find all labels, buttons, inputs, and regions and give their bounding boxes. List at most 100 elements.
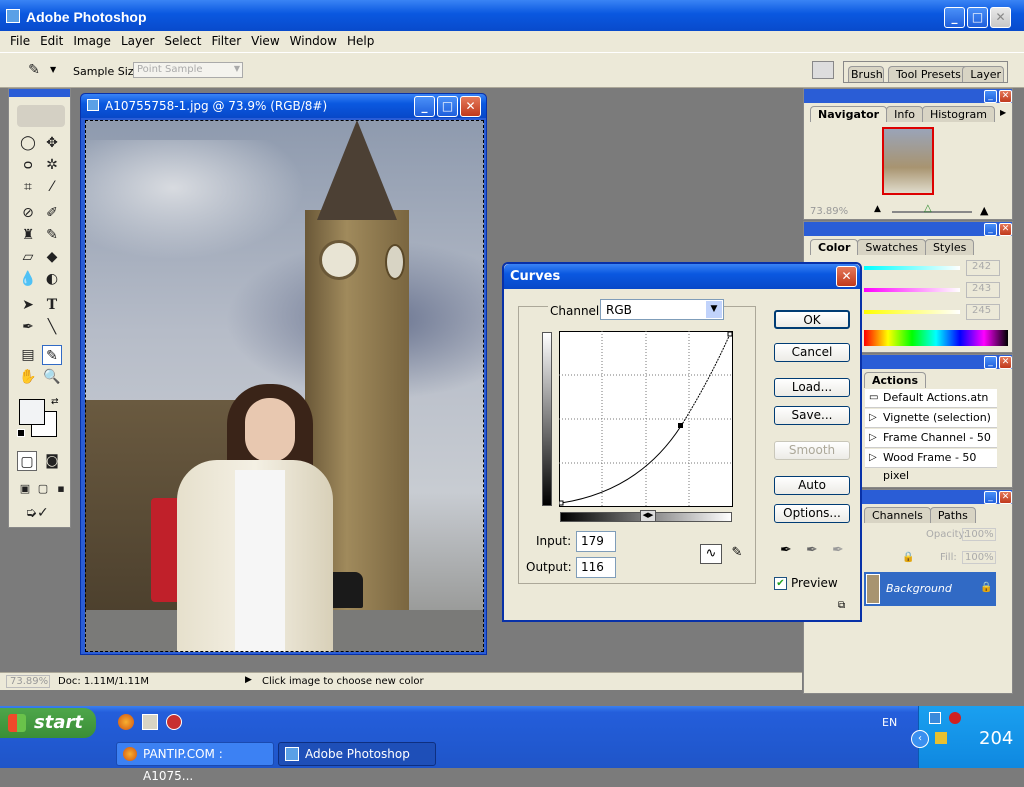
expand-graph-icon[interactable]: ⧉ [838,600,845,611]
gray-eyedropper-icon[interactable]: ✒ [806,542,818,558]
zoom-slider[interactable] [892,211,972,213]
black-eyedropper-icon[interactable]: ✒ [780,542,792,558]
eyedropper-tool-icon[interactable]: ✎ [24,60,44,80]
well-tab-brushes[interactable]: Brushes [848,66,884,82]
layers-close-button[interactable]: ✕ [999,491,1012,504]
sample-size-select[interactable]: Point Sample ▼ [133,62,243,78]
smooth-button[interactable]: Smooth [774,441,850,460]
curve-tool-icon[interactable]: ∿ [700,544,722,564]
cancel-button[interactable]: Cancel [774,343,850,362]
expand-triangle-icon[interactable]: ▷ [869,429,877,447]
layers-minimize-button[interactable]: _ [984,491,997,504]
swap-colors-icon[interactable]: ⇄ [51,397,59,407]
clock[interactable]: 204 [979,728,1013,749]
start-button[interactable]: start [0,708,96,738]
menu-help[interactable]: Help [342,31,379,51]
blue-slider[interactable] [864,310,960,314]
security-tray-icon[interactable] [949,712,961,724]
input-field[interactable]: 179 [576,531,616,552]
standard-mode-icon[interactable]: ▢ [17,451,37,471]
type-tool-icon[interactable]: T [42,295,62,315]
menu-edit[interactable]: Edit [35,31,68,51]
zoom-slider-thumb-icon[interactable]: △ [924,203,932,214]
red-value-field[interactable]: 242 [966,260,1000,276]
green-value-field[interactable]: 243 [966,282,1000,298]
curves-graph[interactable] [559,331,733,507]
curve-point[interactable] [727,331,733,337]
tab-styles[interactable]: Styles [924,239,975,255]
tab-navigator[interactable]: Navigator [810,106,888,122]
document-minimize-button[interactable]: _ [414,96,435,117]
actions-close-button[interactable]: ✕ [999,356,1012,369]
pen-tool-icon[interactable]: ✒ [18,317,38,337]
red-slider[interactable] [864,266,960,270]
brush-tool-icon[interactable]: ✐ [42,203,62,223]
screen-mode-full-menu-icon[interactable]: ▢ [33,479,53,499]
dodge-tool-icon[interactable]: ◐ [42,269,62,289]
foreground-color-swatch[interactable] [19,399,45,425]
color-ramp[interactable] [864,330,1008,346]
opacity-value[interactable]: 100% [962,528,996,541]
fill-value[interactable]: 100% [962,551,996,564]
default-colors-icon[interactable] [17,429,25,437]
tab-swatches[interactable]: Swatches [857,239,926,255]
curve-point[interactable] [678,423,683,428]
eraser-tool-icon[interactable]: ▱ [18,247,38,267]
action-set-row[interactable]: ▭ Default Actions.atn [865,389,997,408]
magic-wand-tool-icon[interactable]: ✲ [42,155,62,175]
status-menu-arrow-icon[interactable]: ▶ [245,675,252,685]
zoom-in-icon[interactable]: ▲ [980,204,988,217]
output-field[interactable]: 116 [576,557,616,578]
menu-view[interactable]: View [246,31,284,51]
status-zoom[interactable]: 73.89% [6,675,50,688]
path-selection-tool-icon[interactable]: ➤ [18,295,38,315]
tab-info[interactable]: Info [886,106,923,122]
well-tab-layer-comps[interactable]: Layer Comps [962,66,1004,82]
screen-mode-full-icon[interactable]: ▪ [51,479,71,499]
document-maximize-button[interactable]: □ [437,96,458,117]
navigator-thumbnail[interactable] [882,127,934,195]
lock-icon[interactable]: 🔒 [902,552,914,563]
actions-minimize-button[interactable]: _ [984,356,997,369]
volume-tray-icon[interactable] [935,732,947,744]
expand-triangle-icon[interactable]: ▷ [869,409,877,427]
tab-channels[interactable]: Channels [864,507,931,523]
history-brush-tool-icon[interactable]: ✎ [42,225,62,245]
color-close-button[interactable]: ✕ [999,223,1012,236]
navigator-minimize-button[interactable]: _ [984,90,997,103]
maximize-button[interactable]: □ [967,7,988,28]
media-quicklaunch-icon[interactable] [166,714,182,730]
taskbar-task-photoshop[interactable]: Adobe Photoshop [278,742,436,766]
jump-to-imageready-icon[interactable]: ➭✓ [17,503,57,523]
desktop-quicklaunch-icon[interactable] [142,714,158,730]
menu-window[interactable]: Window [285,31,342,51]
well-tab-tool-presets[interactable]: Tool Presets [888,66,969,82]
panel-menu-arrow-icon[interactable]: ▶ [1000,108,1006,117]
tab-actions[interactable]: Actions [864,372,926,388]
action-row[interactable]: ▷ Wood Frame - 50 pixel [865,449,997,482]
action-row[interactable]: ▷Frame Channel - 50 pixel [865,429,997,462]
tab-histogram[interactable]: Histogram [921,106,995,122]
screen-mode-standard-icon[interactable]: ▣ [15,479,35,499]
eyedropper-tool-active-icon[interactable]: ✎ [42,345,62,365]
network-tray-icon[interactable] [929,712,941,724]
tab-color[interactable]: Color [810,239,859,255]
channel-select[interactable]: RGB ▼ [600,299,724,320]
navigator-zoom[interactable]: 73.89% [810,206,848,217]
zoom-tool-icon[interactable]: 🔍 [42,367,62,387]
taskbar-task-pantip[interactable]: PANTIP.COM : A1075... [116,742,274,783]
firefox-quicklaunch-icon[interactable] [118,714,134,730]
folder-icon[interactable]: ▭ [869,389,878,407]
menu-filter[interactable]: Filter [206,31,246,51]
curve-point[interactable] [559,500,564,506]
lasso-tool-icon[interactable]: ᴑ [18,155,38,175]
ok-button[interactable]: OK [774,310,850,329]
notes-tool-icon[interactable]: ▤ [18,345,38,365]
options-button[interactable]: Options... [774,504,850,523]
white-eyedropper-icon[interactable]: ✒ [832,542,844,558]
tool-preset-dropdown-icon[interactable]: ▼ [50,65,56,74]
stamp-tool-icon[interactable]: ♜ [18,225,38,245]
pencil-tool-icon[interactable]: ✎ [726,544,748,564]
menu-file[interactable]: File [5,31,35,51]
blur-tool-icon[interactable]: 💧 [18,269,38,289]
